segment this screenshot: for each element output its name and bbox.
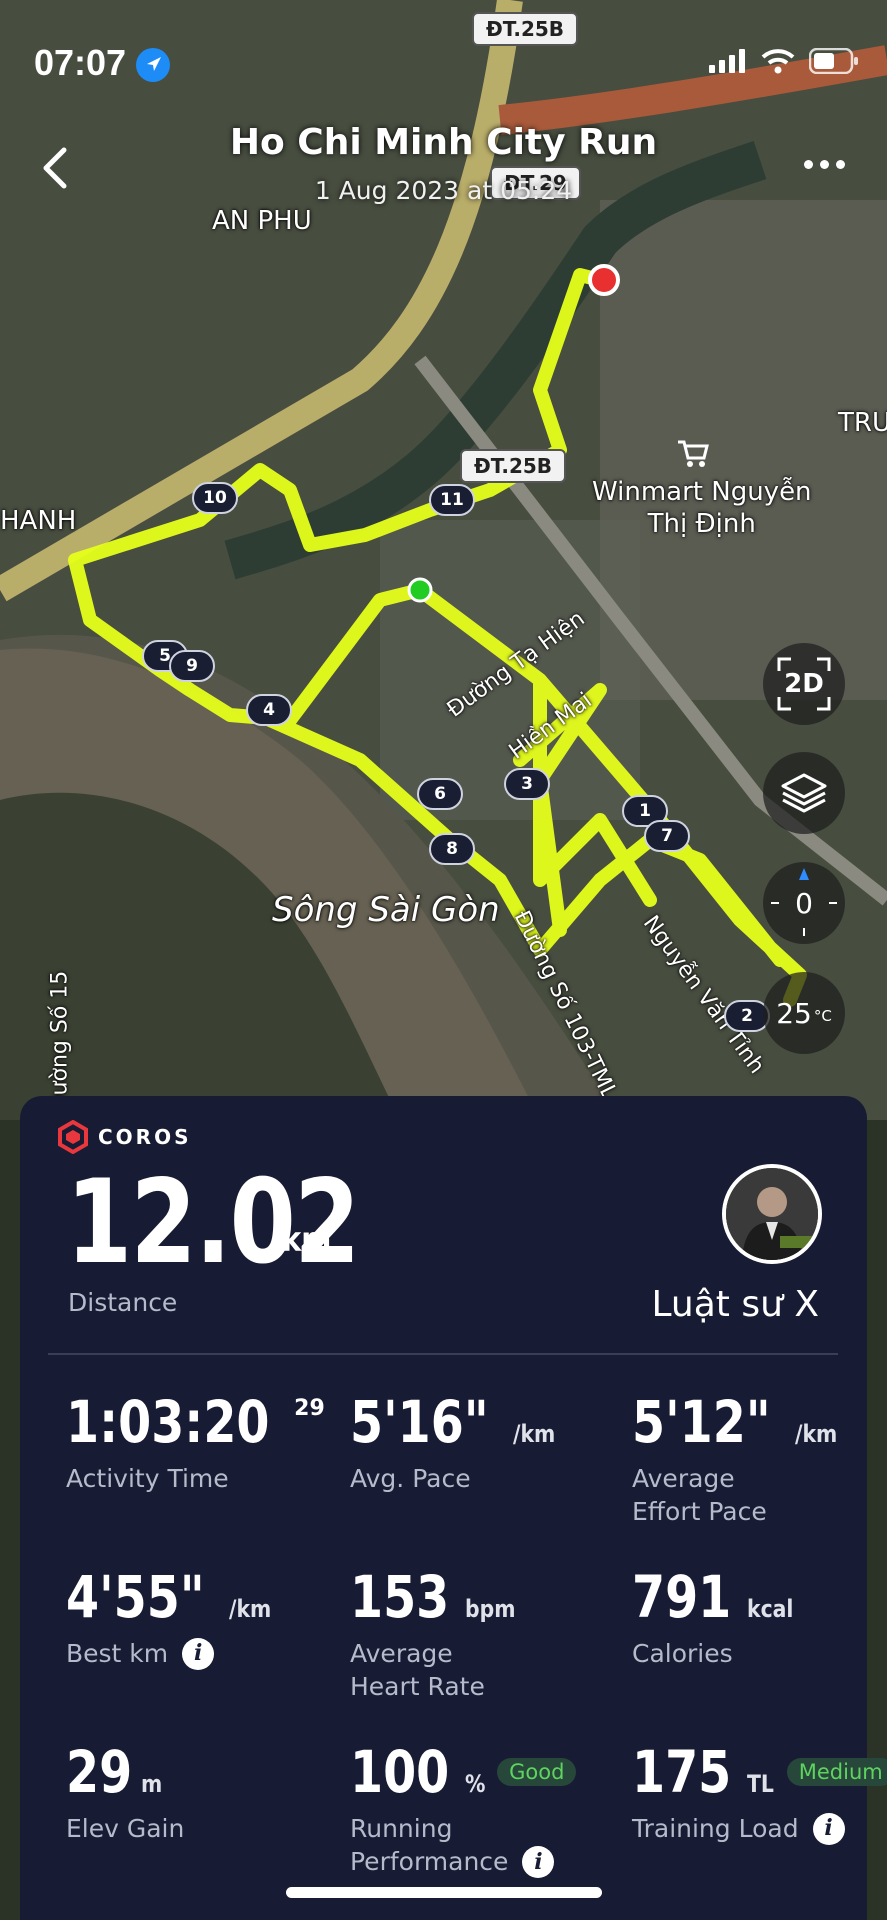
stat-training-load: 175 TL Medium Training Load i bbox=[632, 1736, 887, 1845]
route-map[interactable]: AN PHU HANH TRU Winmart Nguyễn Thị Định … bbox=[0, 0, 887, 1120]
calories-value: 791 bbox=[632, 1563, 732, 1631]
avg-pace-unit: /km bbox=[513, 1420, 556, 1448]
training-load-unit: TL bbox=[747, 1770, 774, 1798]
stat-avg-heart-rate: 153 bpm Average Heart Rate bbox=[350, 1561, 620, 1703]
km-marker-4[interactable]: 4 bbox=[246, 694, 292, 726]
activity-time-hundredths: 29 bbox=[294, 1396, 325, 1421]
running-performance-info-icon[interactable]: i bbox=[522, 1846, 555, 1878]
temperature-unit: °C bbox=[813, 1007, 832, 1025]
wifi-icon bbox=[761, 49, 795, 74]
best-km-label: Best km bbox=[66, 1639, 169, 1668]
training-load-info-icon[interactable]: i bbox=[812, 1812, 845, 1845]
avg-effort-pace-label: Average Effort Pace bbox=[632, 1464, 767, 1526]
activity-date: 1 Aug 2023 at 05:24 bbox=[314, 176, 573, 205]
avg-effort-pace-unit: /km bbox=[795, 1420, 838, 1448]
distance-label: Distance bbox=[68, 1288, 178, 1317]
frame-corners-icon bbox=[777, 657, 831, 711]
km-marker-9[interactable]: 9 bbox=[169, 650, 215, 682]
running-performance-value: 100 bbox=[350, 1738, 450, 1806]
avg-hr-value: 153 bbox=[350, 1563, 450, 1631]
signal-icon bbox=[709, 49, 745, 73]
map-label-hanh: HANH bbox=[0, 506, 77, 536]
status-time: 07:07 bbox=[34, 42, 127, 83]
avg-hr-unit: bpm bbox=[465, 1595, 516, 1623]
activity-time-label: Activity Time bbox=[66, 1464, 229, 1493]
best-km-value: 4'55" bbox=[66, 1563, 205, 1631]
coros-logo-icon bbox=[58, 1120, 88, 1154]
avg-pace-value: 5'16" bbox=[350, 1388, 489, 1456]
stat-calories: 791 kcal Calories bbox=[632, 1561, 887, 1670]
road-badge-dt25b-mid: ĐT.25B bbox=[460, 449, 567, 483]
best-km-unit: /km bbox=[229, 1595, 272, 1623]
training-load-value: 175 bbox=[632, 1738, 732, 1806]
avg-effort-pace-value: 5'12" bbox=[632, 1388, 771, 1456]
running-performance-label: Running Performance bbox=[350, 1814, 509, 1876]
km-marker-6[interactable]: 6 bbox=[417, 778, 463, 810]
stat-activity-time: 1:03:20 29 Activity Time bbox=[66, 1386, 336, 1495]
km-marker-3[interactable]: 3 bbox=[504, 768, 550, 800]
avg-pace-label: Avg. Pace bbox=[350, 1464, 471, 1493]
layers-icon bbox=[781, 773, 827, 813]
training-load-badge: Medium bbox=[786, 1758, 887, 1786]
page-title: Ho Chi Minh City Run bbox=[229, 122, 658, 163]
elev-gain-unit: m bbox=[140, 1770, 162, 1798]
stat-best-km: 4'55" /km Best km i bbox=[66, 1561, 336, 1670]
brand-name: COROS bbox=[98, 1125, 192, 1149]
stat-avg-pace: 5'16" /km Avg. Pace bbox=[350, 1386, 620, 1495]
activity-summary-card: COROS 12.02 km Distance Luật sư X 1:03:2… bbox=[20, 1096, 887, 1920]
calories-label: Calories bbox=[632, 1639, 733, 1668]
stat-elev-gain: 29 m Elev Gain bbox=[66, 1736, 336, 1845]
cart-icon bbox=[676, 438, 710, 468]
divider bbox=[48, 1353, 838, 1355]
more-options-button[interactable] bbox=[804, 160, 845, 169]
km-marker-8[interactable]: 8 bbox=[429, 833, 475, 865]
compass-icon bbox=[771, 868, 837, 936]
distance-unit: km bbox=[282, 1220, 332, 1260]
map-imagery bbox=[0, 0, 887, 1120]
running-performance-badge: Good bbox=[497, 1758, 577, 1786]
map-label-an-phu: AN PHU bbox=[212, 206, 312, 236]
elev-gain-value: 29 bbox=[66, 1738, 133, 1806]
best-km-info-icon[interactable]: i bbox=[182, 1637, 215, 1670]
avg-hr-label: Average Heart Rate bbox=[350, 1639, 485, 1701]
km-marker-7[interactable]: 7 bbox=[644, 820, 690, 852]
running-performance-unit: % bbox=[465, 1770, 486, 1798]
layers-button[interactable] bbox=[763, 752, 845, 834]
battery-icon bbox=[809, 48, 858, 74]
status-icons bbox=[709, 48, 859, 74]
home-indicator[interactable] bbox=[286, 1887, 602, 1898]
elev-gain-label: Elev Gain bbox=[66, 1814, 185, 1843]
km-marker-10[interactable]: 10 bbox=[192, 482, 238, 514]
stat-running-performance: 100 % Good Running Performance i bbox=[350, 1736, 620, 1878]
avatar[interactable] bbox=[722, 1164, 822, 1264]
temperature-value: 25 bbox=[776, 996, 812, 1030]
location-arrow-icon bbox=[136, 48, 170, 82]
compass-button[interactable]: 0 bbox=[763, 862, 845, 944]
user-name: Luật sư X bbox=[651, 1284, 819, 1325]
stat-avg-effort-pace: 5'12" /km Average Effort Pace bbox=[632, 1386, 887, 1528]
brand-logo: COROS bbox=[56, 1120, 192, 1154]
map-label-duong-so-15: Đường Số 15 bbox=[47, 970, 73, 1113]
calories-unit: kcal bbox=[747, 1595, 794, 1623]
map-label-river: Sông Sài Gòn bbox=[272, 890, 500, 930]
km-marker-11[interactable]: 11 bbox=[429, 484, 475, 516]
view-mode-toggle[interactable]: 2D bbox=[763, 643, 845, 725]
temperature-indicator: 25 °C bbox=[763, 972, 845, 1054]
activity-time-value: 1:03:20 bbox=[66, 1388, 270, 1456]
training-load-label: Training Load bbox=[632, 1814, 799, 1843]
map-label-winmart[interactable]: Winmart Nguyễn Thị Định bbox=[592, 476, 812, 540]
road-badge-dt25b-top: ĐT.25B bbox=[472, 12, 579, 46]
map-label-tru: TRU bbox=[838, 408, 887, 438]
